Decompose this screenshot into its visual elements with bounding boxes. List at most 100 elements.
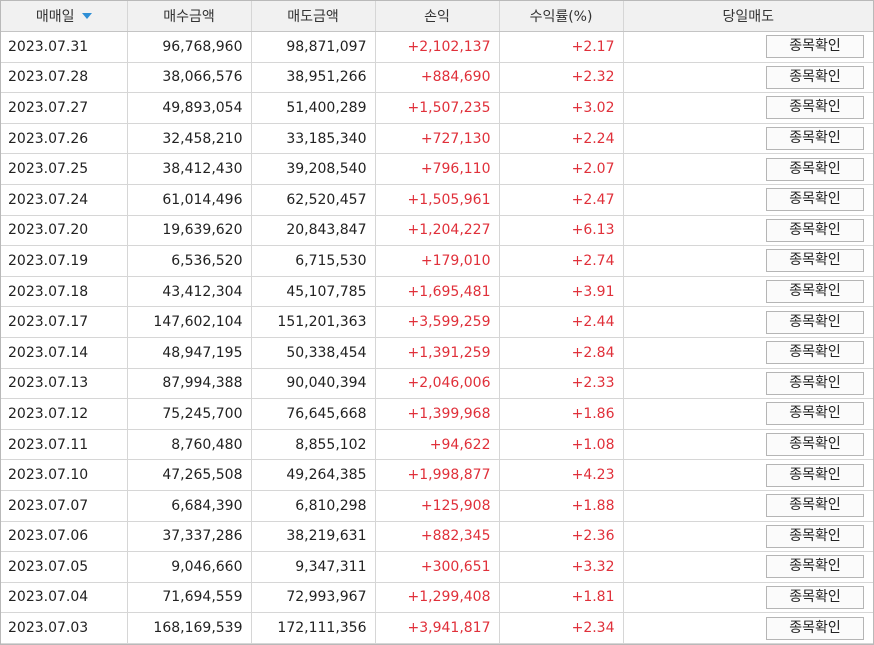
column-header-sell-amount[interactable]: 매도금액	[251, 1, 376, 32]
buy-amount-cell: 61,014,496	[127, 184, 252, 216]
check-stocks-button[interactable]: 종목확인	[766, 127, 864, 151]
same-day-sell-cell: 종목확인	[623, 398, 873, 430]
profit-loss-cell: +1,399,968	[375, 398, 500, 430]
trade-date-cell: 2023.07.14	[1, 337, 128, 369]
same-day-sell-cell: 종목확인	[623, 306, 873, 338]
check-stocks-button[interactable]: 종목확인	[766, 494, 864, 518]
table-row[interactable]: 2023.07.25 38,412,430 39,208,540 +796,110 +2…	[1, 153, 873, 185]
same-day-sell-cell: 종목확인	[623, 62, 873, 94]
return-rate-cell: +1.08	[499, 429, 624, 461]
check-stocks-button[interactable]: 종목확인	[766, 218, 864, 242]
sell-amount-cell: 90,040,394	[251, 368, 376, 400]
sell-amount-cell: 62,520,457	[251, 184, 376, 216]
column-header-profit-loss[interactable]: 손익	[375, 1, 500, 32]
table-row[interactable]: 2023.07.13 87,994,388 90,040,394 +2,046,006…	[1, 368, 873, 400]
table-row[interactable]: 2023.07.06 37,337,286 38,219,631 +882,345 +2…	[1, 521, 873, 553]
check-stocks-button[interactable]: 종목확인	[766, 463, 864, 487]
check-stocks-button[interactable]: 종목확인	[766, 371, 864, 395]
table-row[interactable]: 2023.07.14 48,947,195 50,338,454 +1,391,259…	[1, 337, 873, 369]
trade-date-cell: 2023.07.28	[1, 62, 128, 94]
table-row[interactable]: 2023.07.27 49,893,054 51,400,289 +1,507,235…	[1, 92, 873, 124]
table-row[interactable]: 2023.07.05 9,046,660 9,347,311 +300,651 +3.3…	[1, 551, 873, 583]
profit-loss-cell: +1,998,877	[375, 459, 500, 491]
same-day-sell-cell: 종목확인	[623, 184, 873, 216]
return-rate-cell: +2.74	[499, 245, 624, 277]
check-stocks-button[interactable]: 종목확인	[766, 310, 864, 334]
same-day-sell-cell: 종목확인	[623, 123, 873, 155]
check-stocks-button[interactable]: 종목확인	[766, 616, 864, 640]
check-stocks-button[interactable]: 종목확인	[766, 555, 864, 579]
column-header-return-rate[interactable]: 수익률(%)	[499, 1, 624, 32]
same-day-sell-cell: 종목확인	[623, 490, 873, 522]
table-row[interactable]: 2023.07.19 6,536,520 6,715,530 +179,010 +2.7…	[1, 245, 873, 277]
trade-date-cell: 2023.07.13	[1, 368, 128, 400]
check-stocks-button[interactable]: 종목확인	[766, 402, 864, 426]
same-day-sell-cell: 종목확인	[623, 429, 873, 461]
trade-date-cell: 2023.07.17	[1, 306, 128, 338]
table-row[interactable]: 2023.07.18 43,412,304 45,107,785 +1,695,481…	[1, 276, 873, 308]
sell-amount-cell: 72,993,967	[251, 582, 376, 614]
table-row[interactable]: 2023.07.17 147,602,104 151,201,363 +3,599,2…	[1, 306, 873, 338]
table-row[interactable]: 2023.07.31 96,768,960 98,871,097 +2,102,137…	[1, 31, 873, 63]
trade-date-cell: 2023.07.05	[1, 551, 128, 583]
table-row[interactable]: 2023.07.04 71,694,559 72,993,967 +1,299,408…	[1, 582, 873, 614]
check-stocks-button[interactable]: 종목확인	[766, 280, 864, 304]
table-row[interactable]: 2023.07.20 19,639,620 20,843,847 +1,204,227…	[1, 215, 873, 247]
column-header-same-day-sell[interactable]: 당일매도	[623, 1, 873, 32]
buy-amount-cell: 19,639,620	[127, 215, 252, 247]
check-stocks-button[interactable]: 종목확인	[766, 157, 864, 181]
buy-amount-cell: 75,245,700	[127, 398, 252, 430]
trade-date-cell: 2023.07.24	[1, 184, 128, 216]
check-stocks-button[interactable]: 종목확인	[766, 585, 864, 609]
table-row[interactable]: 2023.07.12 75,245,700 76,645,668 +1,399,968…	[1, 398, 873, 430]
buy-amount-cell: 32,458,210	[127, 123, 252, 155]
trade-date-cell: 2023.07.25	[1, 153, 128, 185]
check-stocks-button[interactable]: 종목확인	[766, 341, 864, 365]
trade-date-cell: 2023.07.04	[1, 582, 128, 614]
column-header-date-label: 매매일	[35, 9, 75, 25]
check-stocks-button[interactable]: 종목확인	[766, 249, 864, 273]
table-row[interactable]: 2023.07.07 6,684,390 6,810,298 +125,908 +1.8…	[1, 490, 873, 522]
sell-amount-cell: 49,264,385	[251, 459, 376, 491]
check-stocks-button[interactable]: 종목확인	[766, 188, 864, 212]
same-day-sell-cell: 종목확인	[623, 337, 873, 369]
profit-loss-cell: +179,010	[375, 245, 500, 277]
column-header-buy-amount[interactable]: 매수금액	[127, 1, 252, 32]
table-row[interactable]: 2023.07.28 38,066,576 38,951,266 +884,690 +2…	[1, 62, 873, 94]
return-rate-cell: +2.34	[499, 612, 624, 644]
sort-descending-icon[interactable]	[81, 13, 92, 19]
check-stocks-button[interactable]: 종목확인	[766, 35, 864, 59]
profit-loss-cell: +1,391,259	[375, 337, 500, 369]
same-day-sell-cell: 종목확인	[623, 582, 873, 614]
buy-amount-cell: 6,536,520	[127, 245, 252, 277]
same-day-sell-cell: 종목확인	[623, 276, 873, 308]
return-rate-cell: +2.44	[499, 306, 624, 338]
column-header-date[interactable]: 매매일	[1, 1, 128, 32]
return-rate-cell: +1.86	[499, 398, 624, 430]
trade-date-cell: 2023.07.12	[1, 398, 128, 430]
check-stocks-button[interactable]: 종목확인	[766, 524, 864, 548]
table-row[interactable]: 2023.07.03 168,169,539 172,111,356 +3,941,8…	[1, 612, 873, 644]
sell-amount-cell: 38,951,266	[251, 62, 376, 94]
profit-loss-cell: +2,102,137	[375, 31, 500, 63]
buy-amount-cell: 87,994,388	[127, 368, 252, 400]
profit-loss-cell: +125,908	[375, 490, 500, 522]
return-rate-cell: +2.07	[499, 153, 624, 185]
return-rate-cell: +1.81	[499, 582, 624, 614]
check-stocks-button[interactable]: 종목확인	[766, 96, 864, 120]
profit-loss-cell: +1,505,961	[375, 184, 500, 216]
table-row[interactable]: 2023.07.24 61,014,496 62,520,457 +1,505,961…	[1, 184, 873, 216]
table-row[interactable]: 2023.07.10 47,265,508 49,264,385 +1,998,877…	[1, 459, 873, 491]
check-stocks-button[interactable]: 종목확인	[766, 65, 864, 89]
same-day-sell-cell: 종목확인	[623, 368, 873, 400]
table-row[interactable]: 2023.07.26 32,458,210 33,185,340 +727,130 +2…	[1, 123, 873, 155]
table-row[interactable]: 2023.07.11 8,760,480 8,855,102 +94,622 +1.08…	[1, 429, 873, 461]
sell-amount-cell: 6,715,530	[251, 245, 376, 277]
buy-amount-cell: 49,893,054	[127, 92, 252, 124]
check-stocks-button[interactable]: 종목확인	[766, 433, 864, 457]
sell-amount-cell: 6,810,298	[251, 490, 376, 522]
trade-history-grid: 매매일 매수금액 매도금액 손익 수익률(%) 당일매도 2023.07.31 9…	[0, 0, 874, 645]
buy-amount-cell: 147,602,104	[127, 306, 252, 338]
return-rate-cell: +2.36	[499, 521, 624, 553]
trade-date-cell: 2023.07.07	[1, 490, 128, 522]
